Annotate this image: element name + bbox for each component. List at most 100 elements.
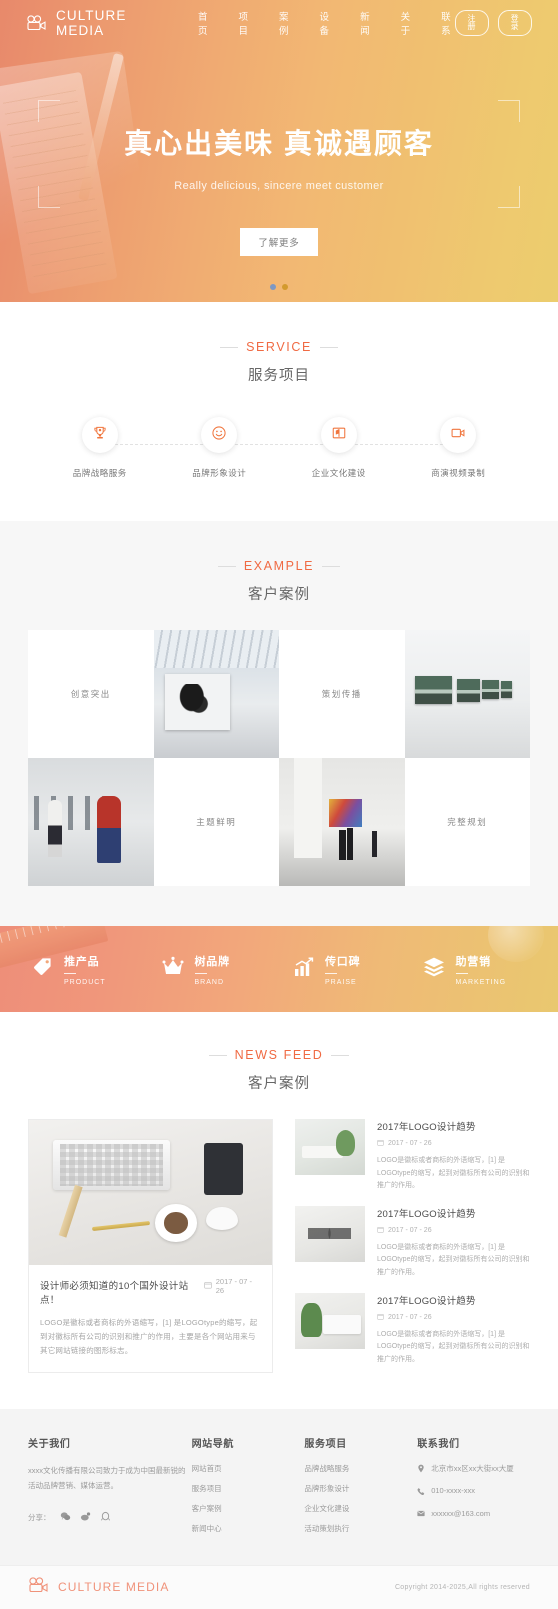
pillar (294, 758, 322, 858)
visitor-figure (48, 800, 62, 857)
phone-icon (417, 1486, 425, 1498)
navbar: CULTURE MEDIA 首页 项目 案例 设备 新闻 关于 联系 注册 登录 (0, 0, 558, 46)
news-item-title[interactable]: 2017年LOGO设计趋势 (377, 1293, 530, 1307)
feature-item-product[interactable]: 推产品 PRODUCT (18, 953, 149, 986)
example-cell-photo[interactable] (28, 758, 154, 886)
hero-subtitle: Really delicious, sincere meet customer (174, 180, 384, 192)
service-item-brand-strategy[interactable]: 品牌战略服务 (46, 417, 154, 479)
news-list-item[interactable]: 2017年LOGO设计趋势 2017 - 07 - 26 LOGO是徽标或者商标… (295, 1292, 530, 1367)
feature-divider (325, 972, 337, 974)
news-item-title[interactable]: 2017年LOGO设计趋势 (377, 1206, 530, 1220)
feature-item-marketing[interactable]: 助营销 MARKETING (410, 953, 541, 986)
footer-service-link-events[interactable]: 活动策划执行 (304, 1523, 417, 1534)
nav-item-projects[interactable]: 项目 (238, 9, 252, 37)
copyright-bar: CULTURE MEDIA Copyright 2014-2025,All ri… (0, 1564, 558, 1609)
news-thumbnail (295, 1119, 365, 1175)
footer-address-text: 北京市xx区xx大街xx大厦 (431, 1463, 514, 1473)
news-item-title[interactable]: 2017年LOGO设计趋势 (377, 1119, 530, 1133)
example-cell-text[interactable]: 策划传播 (279, 630, 405, 758)
feature-text: 树品牌 BRAND (194, 953, 230, 986)
nav-item-equipment[interactable]: 设备 (320, 9, 334, 37)
hero-cta-button[interactable]: 了解更多 (240, 228, 318, 256)
qq-icon[interactable] (100, 1509, 111, 1527)
example-cell-photo[interactable] (279, 758, 405, 886)
auth-buttons: 注册 登录 (454, 10, 533, 36)
artwork (501, 681, 513, 698)
example-cell-label: 完整规划 (404, 758, 530, 886)
featured-news-title[interactable]: 设计师必须知道的10个国外设计站点！ (40, 1278, 204, 1306)
mouse-object (206, 1207, 238, 1231)
news-list-item[interactable]: 2017年LOGO设计趋势 2017 - 07 - 26 LOGO是徽标或者商标… (295, 1119, 530, 1193)
visitor-figure (371, 830, 377, 857)
feature-label-en: PRODUCT (64, 978, 106, 986)
weixin-icon[interactable] (60, 1509, 71, 1527)
footer-nav-link-news[interactable]: 新闻中心 (192, 1523, 305, 1534)
hero-banner: CULTURE MEDIA 首页 项目 案例 设备 新闻 关于 联系 注册 登录… (0, 0, 558, 302)
footer-email-text: xxxxxx@163.com (431, 1508, 491, 1518)
footer-share-row: 分享： (28, 1509, 192, 1527)
service-section: SERVICE 服务项目 品牌战略服务 品牌形象设计 企业文化建设 商演视频录制 (0, 302, 558, 521)
feature-item-praise[interactable]: 传口碑 PRAISE (279, 953, 410, 986)
feature-item-brand[interactable]: 树品牌 BRAND (149, 953, 280, 986)
service-connector-line (105, 444, 453, 445)
footer-nav-link-service[interactable]: 服务项目 (192, 1483, 305, 1494)
feature-divider (455, 972, 468, 974)
hero-title: 真心出美味 真诚遇顾客 (124, 128, 434, 159)
gallery-colorful-painting-visitors-image (279, 758, 405, 886)
carousel-dot-2[interactable] (282, 284, 288, 290)
footer-service-link-strategy[interactable]: 品牌战略服务 (304, 1463, 417, 1474)
nav-item-contact[interactable]: 联系 (441, 9, 455, 37)
phone-object (203, 1143, 243, 1196)
news-item-date-wrap: 2017 - 07 - 26 (377, 1139, 530, 1148)
feature-label-cn: 传口碑 (325, 955, 361, 968)
service-item-label: 品牌战略服务 (72, 468, 127, 478)
carousel-dot-1[interactable] (270, 284, 276, 290)
news-heading-en: NEWS FEED (208, 1048, 350, 1062)
example-cell-text[interactable]: 完整规划 (404, 758, 530, 886)
footer-service-link-image[interactable]: 品牌形象设计 (304, 1483, 417, 1494)
service-item-video[interactable]: 商演视频录制 (404, 417, 512, 479)
login-button[interactable]: 登录 (497, 10, 533, 36)
service-icon-wrap (201, 417, 238, 453)
brand-logo[interactable]: CULTURE MEDIA (26, 8, 156, 38)
frame-corner-tr (497, 100, 520, 122)
footer-service-title: 服务项目 (304, 1438, 347, 1450)
service-item-brand-image[interactable]: 品牌形象设计 (165, 417, 273, 479)
feature-divider (194, 972, 207, 974)
brand-name: CULTURE MEDIA (56, 8, 127, 38)
service-item-culture[interactable]: 企业文化建设 (285, 417, 393, 479)
news-thumbnail (295, 1292, 365, 1349)
service-items: 品牌战略服务 品牌形象设计 企业文化建设 商演视频录制 (0, 417, 558, 479)
feature-label-en: BRAND (194, 978, 225, 986)
example-cell-photo[interactable] (153, 630, 279, 758)
copyright-brand[interactable]: CULTURE MEDIA (28, 1576, 169, 1598)
calendar-icon (204, 1281, 212, 1291)
nav-item-news[interactable]: 新闻 (360, 9, 374, 37)
weibo-icon[interactable] (80, 1509, 91, 1527)
footer-contact-address: 北京市xx区xx大街xx大厦 (417, 1463, 530, 1475)
visitor-red-coat-figure (97, 796, 121, 863)
footer-service-column: 服务项目 品牌战略服务 品牌形象设计 企业文化建设 活动策划执行 (304, 1435, 417, 1543)
hero-frame: 真心出美味 真诚遇顾客 Really delicious, sincere me… (38, 100, 520, 208)
footer-nav-link-home[interactable]: 网站首页 (192, 1463, 305, 1474)
example-cell-photo[interactable] (404, 630, 530, 758)
nav-item-cases[interactable]: 案例 (279, 9, 293, 37)
featured-news-card[interactable]: 设计师必须知道的10个国外设计站点！ 2017 - 07 - 26 LOGO是徽… (28, 1119, 273, 1373)
register-button[interactable]: 注册 (454, 10, 489, 36)
footer-service-link-culture[interactable]: 企业文化建设 (304, 1503, 417, 1514)
calendar-icon (377, 1313, 384, 1322)
feature-label-cn: 推产品 (64, 955, 100, 968)
nav-item-about[interactable]: 关于 (401, 9, 415, 37)
news-heading-cn: 客户案例 (248, 1076, 310, 1092)
service-icon-wrap (81, 417, 118, 453)
footer-share-label: 分享： (28, 1513, 51, 1523)
footer-nav-link-cases[interactable]: 客户案例 (192, 1503, 305, 1514)
hero-content: 真心出美味 真诚遇顾客 Really delicious, sincere me… (0, 100, 558, 256)
footer-contact-title: 联系我们 (417, 1438, 460, 1450)
example-cell-text[interactable]: 主题鲜明 (153, 758, 279, 886)
crown-icon (161, 955, 185, 984)
example-cell-text[interactable]: 创意突出 (28, 630, 154, 758)
ceiling-detail (153, 630, 279, 669)
news-list-item[interactable]: 2017年LOGO设计趋势 2017 - 07 - 26 LOGO是徽标或者商标… (295, 1205, 530, 1280)
nav-item-home[interactable]: 首页 (198, 9, 212, 37)
